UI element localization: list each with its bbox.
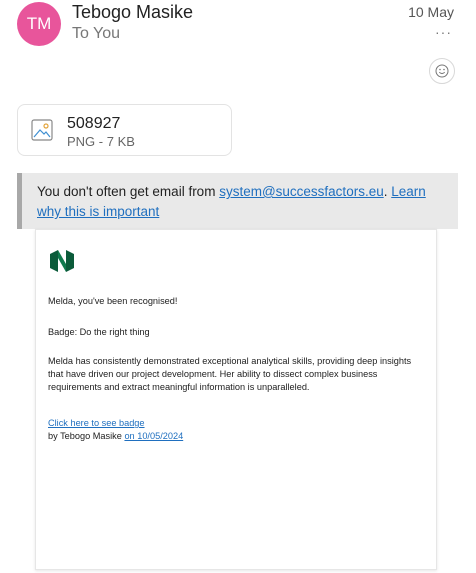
email-body: Melda, you've been recognised! Badge: Do… <box>35 229 437 570</box>
sender-avatar[interactable]: TM <box>17 2 61 46</box>
byline-text: by Tebogo Masike <box>48 431 125 441</box>
badge-name: Badge: Do the right thing <box>48 327 150 337</box>
email-date: 10 May <box>408 4 454 20</box>
sender-name[interactable]: Tebogo Masike <box>72 2 193 23</box>
byline: by Tebogo Masike on 10/05/2024 <box>48 430 424 443</box>
attachment-name: 508927 <box>67 115 121 132</box>
more-options-button[interactable]: ··· <box>435 24 452 40</box>
sender-email-link[interactable]: system@successfactors.eu <box>219 184 384 199</box>
ellipsis-icon: ··· <box>435 24 452 40</box>
recipient-label: To You <box>72 25 121 42</box>
reaction-button[interactable] <box>429 58 455 84</box>
see-badge-link[interactable]: Click here to see badge <box>48 418 145 428</box>
nedbank-logo-icon <box>50 250 74 272</box>
attachment-card[interactable]: 508927 PNG - 7 KB <box>17 104 232 156</box>
email-greeting: Melda, you've been recognised! <box>48 296 178 306</box>
attachment-meta: PNG - 7 KB <box>67 134 135 149</box>
image-file-icon <box>31 119 53 141</box>
smiley-icon <box>435 64 449 78</box>
badge-link-row: Click here to see badge <box>48 417 424 430</box>
recognition-message: Melda has consistently demonstrated exce… <box>48 356 412 392</box>
date-link[interactable]: on 10/05/2024 <box>124 431 183 441</box>
external-sender-warning: You don't often get email from system@su… <box>17 173 458 229</box>
warning-text: You don't often get email from <box>37 184 220 199</box>
